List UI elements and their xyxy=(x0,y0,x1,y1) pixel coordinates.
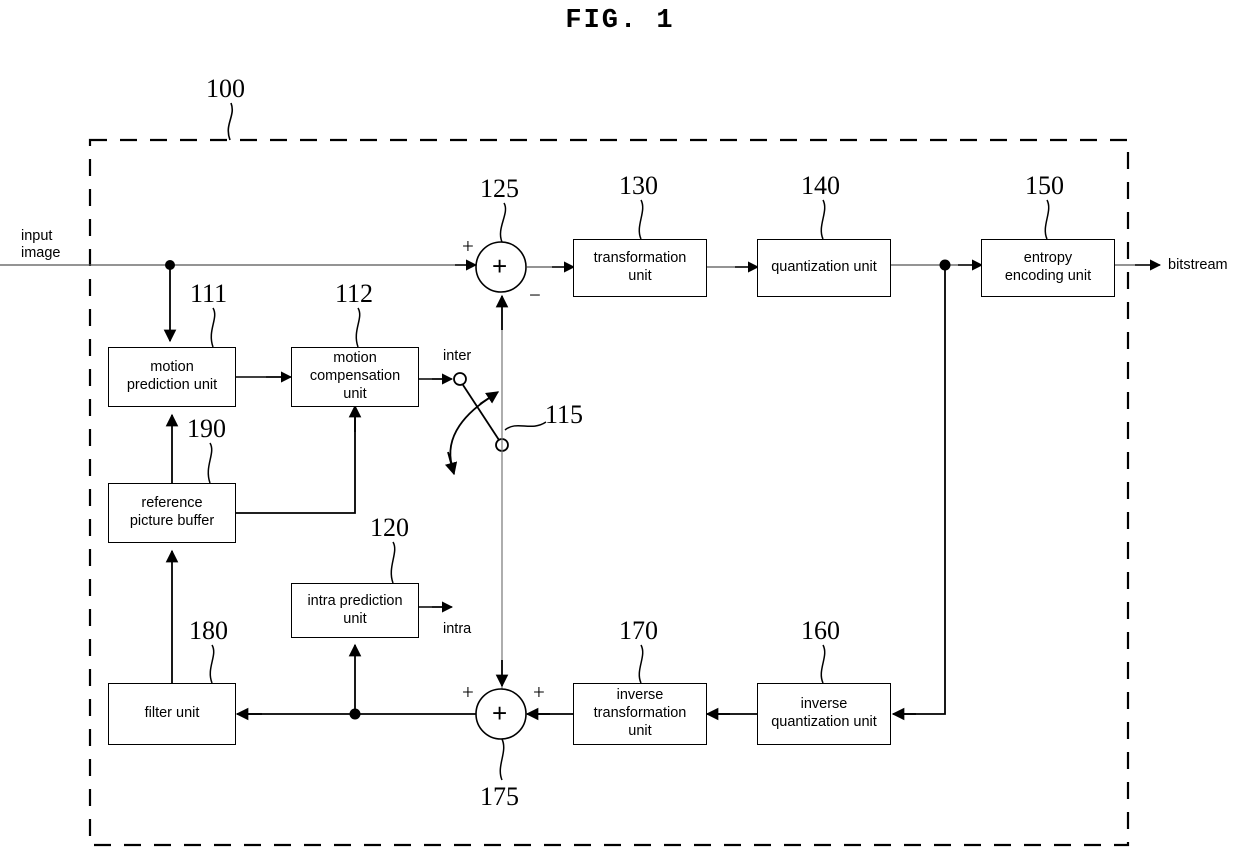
block-label-line: picture buffer xyxy=(129,513,215,529)
block-label-line: motion xyxy=(150,359,194,376)
block-label-line: filter unit xyxy=(144,705,200,722)
label-input-image-line2: image xyxy=(21,245,61,262)
block-label-line: prediction unit xyxy=(126,377,218,393)
block-label-line: unit xyxy=(628,268,652,284)
block-label-line: transformation xyxy=(593,705,687,722)
ref-number-125: 125 xyxy=(480,174,519,203)
leader-170 xyxy=(638,644,644,684)
block-inverse-transformation-unit[interactable]: inverse transformation unit xyxy=(573,683,707,745)
block-entropy-encoding-unit[interactable]: entropy encoding unit xyxy=(981,239,1115,297)
leader-150 xyxy=(1044,199,1050,240)
leader-120 xyxy=(390,541,396,584)
block-label-line: unit xyxy=(628,722,652,739)
switch-toggle-arrow-up xyxy=(479,391,500,405)
label-switch-intra: intra xyxy=(443,621,472,637)
leader-125 xyxy=(499,202,507,243)
block-inverse-quantization-unit[interactable]: inverse quantization unit xyxy=(757,683,891,745)
label-input-image-line1: input xyxy=(21,228,53,244)
block-label-line: inverse xyxy=(616,687,664,704)
switch-blade xyxy=(462,384,500,441)
refbuffer-to-motion-compensation xyxy=(236,415,356,514)
adder-175-glyph: + xyxy=(492,698,508,728)
block-label-line: transformation xyxy=(593,250,687,267)
ref-number-100: 100 xyxy=(206,74,245,103)
adder-175-plus-left-sign: + xyxy=(462,680,474,704)
leader-130 xyxy=(638,199,644,240)
ref-number-115: 115 xyxy=(545,400,584,429)
leader-112 xyxy=(355,307,361,348)
switch-toggle-arc xyxy=(449,394,495,467)
ref-number-112: 112 xyxy=(335,279,374,308)
quantization-feedback-line xyxy=(900,265,946,715)
leader-115 xyxy=(504,421,547,431)
block-label-line: reference xyxy=(141,495,203,512)
leader-180 xyxy=(209,644,215,684)
block-reference-picture-buffer[interactable]: reference picture buffer xyxy=(108,483,236,543)
block-motion-compensation-unit[interactable]: motion compensation unit xyxy=(291,347,419,407)
ref-number-160: 160 xyxy=(801,616,840,645)
leader-175 xyxy=(499,738,505,781)
block-label-line: encoding unit xyxy=(1004,268,1092,284)
label-switch-inter: inter xyxy=(443,348,472,364)
ref-number-170: 170 xyxy=(619,616,658,645)
block-motion-prediction-unit[interactable]: motion prediction unit xyxy=(108,347,236,407)
block-label-line: quantization unit xyxy=(771,259,877,276)
block-label-line: unit xyxy=(343,610,367,627)
ref-number-111: 111 xyxy=(190,279,228,308)
ref-number-140: 140 xyxy=(801,171,840,200)
label-bitstream: bitstream xyxy=(1168,257,1228,273)
ref-number-175: 175 xyxy=(480,782,519,811)
leader-111 xyxy=(210,307,216,348)
ref-number-180: 180 xyxy=(189,616,228,645)
ref-number-190: 190 xyxy=(187,414,226,443)
ref-number-130: 130 xyxy=(619,171,658,200)
block-label-line: compensation xyxy=(309,368,401,385)
block-filter-unit[interactable]: filter unit xyxy=(108,683,236,745)
block-intra-prediction-unit[interactable]: intra prediction unit xyxy=(291,583,419,638)
block-quantization-unit[interactable]: quantization unit xyxy=(757,239,891,297)
label-input-image: input image xyxy=(21,228,61,263)
switch-terminal-inter xyxy=(453,372,467,386)
block-label-line: intra prediction xyxy=(307,592,403,609)
leader-190 xyxy=(207,442,213,484)
leader-100 xyxy=(227,102,233,141)
block-transformation-unit[interactable]: transformation unit xyxy=(573,239,707,297)
ref-number-120: 120 xyxy=(370,513,409,542)
block-label-line: unit xyxy=(343,385,367,402)
adder-125-plus-sign: + xyxy=(462,234,474,258)
figure-page: FIG. 1 motion prediction unit motion com… xyxy=(0,0,1240,858)
leader-140 xyxy=(820,199,826,240)
adder-175-plus-right-sign: + xyxy=(533,680,545,704)
ref-number-150: 150 xyxy=(1025,171,1064,200)
block-label-line: quantization unit xyxy=(771,714,877,730)
block-label-line: motion xyxy=(333,350,377,367)
leader-160 xyxy=(820,644,826,684)
adder-125-minus-sign: − xyxy=(529,283,541,307)
block-label-line: inverse xyxy=(800,696,848,713)
block-label-line: entropy xyxy=(1023,250,1073,267)
adder-125-glyph: + xyxy=(492,251,508,281)
